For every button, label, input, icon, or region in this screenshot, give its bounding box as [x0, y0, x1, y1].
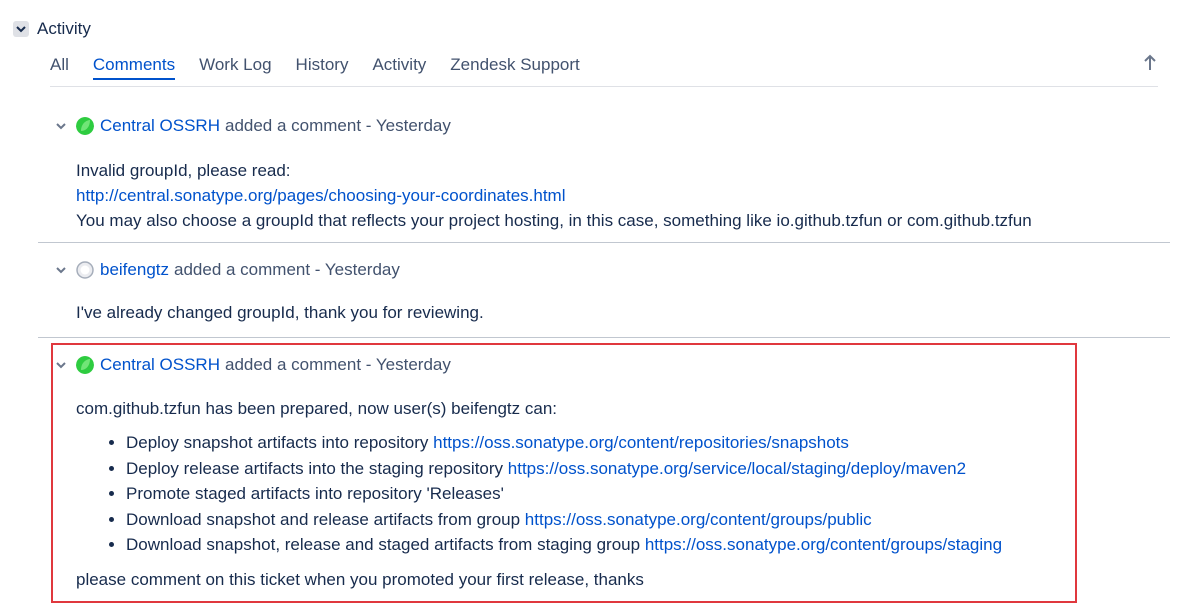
- activity-tabs: All Comments Work Log History Activity Z…: [50, 55, 1158, 87]
- green-leaf-avatar-icon[interactable]: [76, 356, 94, 374]
- comment-text: You may also choose a groupId that refle…: [76, 211, 1032, 230]
- chevron-down-icon[interactable]: [54, 119, 68, 133]
- comment-item: beifengtz added a comment - Yesterday I'…: [38, 243, 1170, 338]
- comment-author-link[interactable]: beifengtz: [100, 260, 169, 280]
- comment-author-link[interactable]: Central OSSRH: [100, 355, 220, 375]
- section-title: Activity: [37, 19, 91, 38]
- comment-text: I've already changed groupId, thank you …: [76, 303, 484, 322]
- list-item: Deploy snapshot artifacts into repositor…: [126, 430, 1002, 456]
- list-item: Download snapshot, release and staged ar…: [126, 532, 1002, 558]
- comment-meta: added a comment - Yesterday: [224, 116, 451, 135]
- comment-intro: com.github.tzfun has been prepared, now …: [76, 399, 558, 418]
- comment-body: I've already changed groupId, thank you …: [76, 300, 484, 325]
- green-leaf-avatar-icon[interactable]: [76, 117, 94, 135]
- tab-zendesk-support[interactable]: Zendesk Support: [450, 55, 579, 79]
- tab-activity[interactable]: Activity: [372, 55, 426, 79]
- list-item: Download snapshot and release artifacts …: [126, 507, 1002, 533]
- comment-meta: added a comment - Yesterday: [224, 355, 451, 374]
- chevron-down-icon[interactable]: [13, 21, 29, 37]
- comment-body: com.github.tzfun has been prepared, now …: [76, 396, 1002, 592]
- comment-author-link[interactable]: Central OSSRH: [100, 116, 220, 136]
- list-item: Deploy release artifacts into the stagin…: [126, 456, 1002, 482]
- comment-text: Invalid groupId, please read:: [76, 161, 291, 180]
- comment-item: Central OSSRH added a comment - Yesterda…: [38, 338, 1170, 606]
- list-item: Promote staged artifacts into repository…: [126, 481, 1002, 507]
- comment-outro: please comment on this ticket when you p…: [76, 569, 644, 589]
- tab-all[interactable]: All: [50, 55, 69, 79]
- chevron-down-icon[interactable]: [54, 358, 68, 372]
- repository-link[interactable]: https://oss.sonatype.org/content/reposit…: [433, 433, 849, 452]
- comment-meta: added a comment - Yesterday: [174, 260, 400, 279]
- chevron-down-icon[interactable]: [54, 263, 68, 277]
- repository-link[interactable]: https://oss.sonatype.org/content/groups/…: [525, 510, 872, 529]
- tab-comments[interactable]: Comments: [92, 55, 176, 80]
- comment-item: Central OSSRH added a comment - Yesterda…: [38, 112, 1170, 243]
- permission-list: Deploy snapshot artifacts into repositor…: [76, 430, 1002, 558]
- comment-header: Central OSSRH added a comment - Yesterda…: [54, 116, 451, 136]
- default-avatar-icon[interactable]: [76, 261, 94, 279]
- activity-section-header[interactable]: Activity: [13, 19, 91, 39]
- tab-work-log[interactable]: Work Log: [199, 55, 271, 79]
- comment-body: Invalid groupId, please read: http://cen…: [76, 158, 1032, 233]
- arrow-up-icon[interactable]: [1142, 54, 1158, 72]
- comment-header: beifengtz added a comment - Yesterday: [54, 260, 400, 280]
- comment-link[interactable]: http://central.sonatype.org/pages/choosi…: [76, 186, 566, 205]
- repository-link[interactable]: https://oss.sonatype.org/content/groups/…: [645, 535, 1002, 554]
- tab-history[interactable]: History: [296, 55, 349, 79]
- comment-header: Central OSSRH added a comment - Yesterda…: [54, 355, 451, 375]
- repository-link[interactable]: https://oss.sonatype.org/service/local/s…: [508, 459, 966, 478]
